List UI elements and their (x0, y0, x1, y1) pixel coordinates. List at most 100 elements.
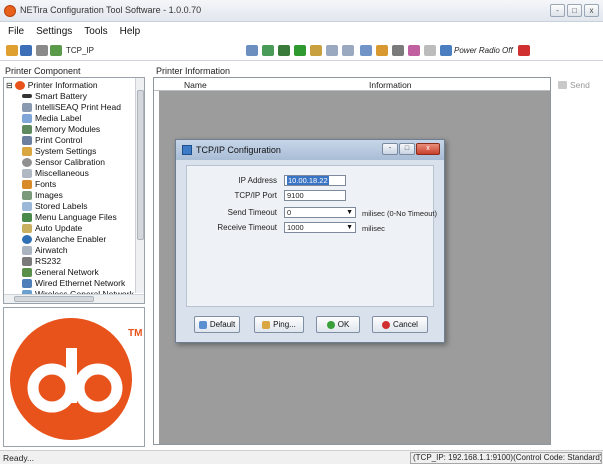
logo-pane: TM (3, 307, 145, 447)
collapse-icon[interactable]: ⊟ (6, 81, 13, 90)
table-header: Name Information (154, 78, 550, 91)
cancel-button[interactable]: Cancel (372, 316, 428, 333)
airwatch-icon (22, 245, 32, 255)
dialog-maximize-button[interactable]: □ (399, 143, 415, 155)
default-button[interactable]: Default (194, 316, 240, 333)
sensor-icon (22, 157, 32, 167)
dialog-title: TCP/IP Configuration (196, 145, 281, 155)
memory-icon (22, 124, 32, 134)
title-bar: NETira Configuration Tool Software - 1.0… (0, 0, 603, 22)
column-information[interactable]: Information (369, 80, 412, 90)
tree-horizontal-thumb[interactable] (14, 296, 94, 302)
tree-vertical-scrollbar[interactable] (135, 78, 144, 293)
network-icon[interactable] (50, 45, 62, 56)
dialog-body: IP Address 10.00.18.22 TCP/IP Port 9100 … (186, 165, 438, 307)
document-icon[interactable] (326, 45, 338, 56)
default-icon (198, 320, 207, 329)
dropdown-arrow-icon[interactable]: ▼ (346, 223, 353, 232)
print-control-icon (22, 135, 32, 145)
app-icon (4, 5, 16, 17)
connection-label: TCP_IP (66, 46, 95, 55)
table-left-strip (154, 91, 159, 444)
arrow-icon[interactable] (278, 45, 290, 56)
status-bar: Ready... (TCP_IP: 192.168.1.1:9100)(Cont… (0, 450, 603, 464)
window-title: NETira Configuration Tool Software - 1.0… (20, 5, 202, 15)
printer-information-label: Printer Information (156, 66, 231, 76)
printer-icon[interactable] (376, 45, 388, 56)
settings-icon (22, 146, 32, 156)
images-icon (22, 190, 32, 200)
power-radio-label[interactable]: Power Radio Off (454, 46, 513, 55)
column-name[interactable]: Name (184, 80, 207, 90)
ok-icon (326, 320, 335, 329)
ok-button[interactable]: OK (316, 316, 360, 333)
document2-icon[interactable] (342, 45, 354, 56)
dialog-minimize-button[interactable]: - (382, 143, 398, 155)
menu-settings[interactable]: Settings (36, 24, 72, 40)
ip-address-label: IP Address (238, 176, 277, 185)
send-timeout-select[interactable]: 0 ▼ (284, 207, 356, 218)
status-text: Ready... (3, 453, 35, 463)
menu-bar: File Settings Tools Help (0, 24, 603, 40)
logo-mark (27, 348, 123, 413)
radio-icon[interactable] (440, 45, 452, 56)
ip-address-field[interactable]: 10.00.18.22 (284, 175, 346, 186)
refresh-icon[interactable] (262, 45, 274, 56)
printer-component-tree[interactable]: ⊟ Printer Information Smart Battery Inte… (3, 77, 145, 304)
close-button[interactable]: x (584, 4, 599, 17)
menu-file[interactable]: File (8, 24, 24, 40)
toolbar: TCP_IP Power Radio Off (0, 41, 603, 61)
send-icon (558, 80, 567, 89)
fonts-icon (22, 179, 32, 189)
rs232-icon (22, 256, 32, 266)
update-icon (22, 223, 32, 233)
chart-icon[interactable] (360, 45, 372, 56)
info-icon[interactable] (424, 45, 436, 56)
print-head-icon (22, 102, 32, 112)
receive-timeout-select[interactable]: 1000 ▼ (284, 222, 356, 233)
misc-icon (22, 168, 32, 178)
media-icon (22, 113, 32, 123)
tcpip-port-label: TCP/IP Port (234, 191, 277, 200)
labels-icon (22, 201, 32, 211)
dropdown-arrow-icon[interactable]: ▼ (346, 208, 353, 217)
folder-icon[interactable] (310, 45, 322, 56)
printer-info-icon (14, 80, 25, 90)
send-timeout-label: Send Timeout (227, 208, 277, 217)
battery-icon (22, 94, 32, 98)
send-timeout-hint: milisec (0-No Timeout) (362, 209, 438, 218)
grid-icon[interactable] (246, 45, 258, 56)
ping-button[interactable]: Ping... (254, 316, 304, 333)
dialog-controls: - □ x (382, 143, 440, 155)
dialog-title-bar: TCP/IP Configuration - □ x (176, 140, 444, 160)
language-icon (22, 212, 32, 222)
ethernet-icon (22, 278, 32, 288)
tree-vertical-thumb[interactable] (137, 90, 144, 240)
save-icon[interactable] (20, 45, 32, 56)
brand-logo (10, 318, 132, 440)
avalanche-icon (22, 234, 32, 244)
dialog-icon (182, 145, 192, 155)
ping-icon (262, 320, 271, 329)
tools-icon[interactable] (408, 45, 420, 56)
receive-timeout-hint: milisec (362, 224, 385, 233)
cancel-icon (382, 320, 391, 329)
menu-help[interactable]: Help (120, 24, 141, 40)
maximize-button[interactable]: □ (567, 4, 582, 17)
minimize-button[interactable]: - (550, 4, 565, 17)
receive-timeout-label: Receive Timeout (217, 223, 277, 232)
menu-tools[interactable]: Tools (84, 24, 107, 40)
window-controls: - □ x (550, 4, 599, 17)
send-button[interactable]: Send (555, 77, 599, 92)
stop-icon[interactable] (518, 45, 530, 56)
dialog-close-button[interactable]: x (416, 143, 440, 155)
tcpip-port-field[interactable]: 9100 (284, 190, 346, 201)
connect-icon[interactable] (36, 45, 48, 56)
open-icon[interactable] (6, 45, 18, 56)
check-icon[interactable] (294, 45, 306, 56)
tree-horizontal-scrollbar[interactable] (4, 294, 144, 303)
printer-component-label: Printer Component (5, 66, 81, 76)
print-icon[interactable] (392, 45, 404, 56)
network-tree-icon (22, 267, 32, 277)
tcpip-dialog: TCP/IP Configuration - □ x IP Address 10… (175, 139, 445, 343)
